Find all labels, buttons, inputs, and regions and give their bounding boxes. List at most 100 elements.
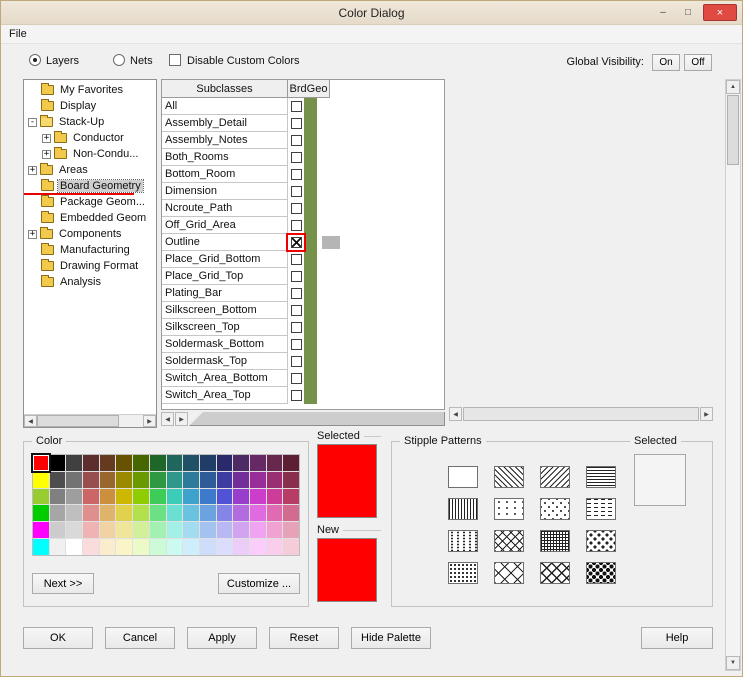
subclass-visibility-checkbox[interactable]: [290, 186, 302, 197]
color-swatch[interactable]: [199, 539, 216, 555]
color-swatch[interactable]: [216, 455, 233, 471]
stipple-dots-diagonal-dense-swatch[interactable]: [448, 562, 478, 584]
color-swatch[interactable]: [216, 488, 233, 505]
color-swatch[interactable]: [33, 539, 49, 555]
color-swatch[interactable]: [83, 539, 99, 555]
color-swatch[interactable]: [49, 488, 66, 505]
color-swatch[interactable]: [249, 488, 266, 505]
collapse-icon[interactable]: -: [28, 117, 37, 127]
color-swatch[interactable]: [66, 455, 83, 471]
color-swatch[interactable]: [183, 471, 199, 488]
subclass-color-swatch[interactable]: [304, 183, 317, 200]
expand-icon[interactable]: +: [28, 229, 37, 239]
expand-icon[interactable]: +: [28, 165, 37, 175]
subclass-visibility-checkbox[interactable]: [290, 373, 302, 384]
color-swatch[interactable]: [183, 539, 199, 555]
color-swatch[interactable]: [149, 522, 166, 539]
subclass-color-swatch[interactable]: [304, 302, 317, 319]
stipple-grid-fine-swatch[interactable]: [540, 530, 570, 552]
color-swatch[interactable]: [33, 505, 49, 522]
color-swatch[interactable]: [116, 488, 133, 505]
color-swatch[interactable]: [49, 455, 66, 471]
subclass-sheet-tab[interactable]: [189, 412, 445, 426]
color-swatch[interactable]: [216, 522, 233, 539]
scroll-right-icon[interactable]: ▶: [700, 407, 713, 421]
color-swatch[interactable]: [283, 455, 299, 471]
color-swatch[interactable]: [149, 455, 166, 471]
color-swatch[interactable]: [199, 522, 216, 539]
stipple-diagonal-back-swatch[interactable]: [494, 466, 524, 488]
color-swatch[interactable]: [233, 455, 249, 471]
tree-item-areas[interactable]: + Areas: [24, 162, 156, 178]
color-swatch[interactable]: [216, 505, 233, 522]
stipple-dashed-lines-swatch[interactable]: [586, 498, 616, 520]
color-swatch[interactable]: [83, 455, 99, 471]
subclass-visibility-checkbox[interactable]: [290, 135, 302, 146]
color-swatch[interactable]: [283, 505, 299, 522]
color-swatch[interactable]: [199, 488, 216, 505]
close-icon[interactable]: ×: [703, 4, 737, 21]
color-swatch[interactable]: [166, 505, 183, 522]
customize-button[interactable]: Customize ...: [218, 573, 300, 594]
tree-horizontal-scrollbar[interactable]: ◀ ▶: [24, 414, 156, 427]
subclass-visibility-checkbox[interactable]: [290, 220, 302, 231]
color-swatch[interactable]: [116, 522, 133, 539]
color-swatch[interactable]: [216, 471, 233, 488]
subclass-color-swatch[interactable]: [304, 200, 317, 217]
color-swatch[interactable]: [149, 505, 166, 522]
help-button[interactable]: Help: [641, 627, 713, 649]
expand-icon[interactable]: +: [42, 133, 51, 143]
color-swatch[interactable]: [49, 539, 66, 555]
color-swatch[interactable]: [283, 522, 299, 539]
subclass-visibility-checkbox[interactable]: [290, 356, 302, 367]
color-swatch[interactable]: [99, 539, 116, 555]
subclass-visibility-checkbox[interactable]: [290, 152, 302, 163]
tree-item-display[interactable]: Display: [24, 98, 156, 114]
color-swatch[interactable]: [249, 471, 266, 488]
scroll-left-icon[interactable]: ◀: [449, 407, 462, 421]
color-swatch[interactable]: [116, 471, 133, 488]
layers-radio[interactable]: Layers: [29, 54, 79, 67]
tree-item-non-condu[interactable]: + Non-Condu...: [24, 146, 156, 162]
stipple-vertical-lines-swatch[interactable]: [448, 498, 478, 520]
subclass-color-swatch[interactable]: [304, 115, 317, 132]
subclass-color-swatch[interactable]: [304, 98, 317, 115]
scroll-down-icon[interactable]: ▼: [726, 656, 740, 670]
scroll-left-icon[interactable]: ◀: [24, 415, 37, 427]
tree-item-package-geom[interactable]: Package Geom...: [24, 194, 156, 210]
color-swatch[interactable]: [31, 453, 51, 473]
tree-item-analysis[interactable]: Analysis: [24, 274, 156, 290]
scroll-up-icon[interactable]: ▲: [726, 80, 740, 94]
stipple-polka-dots-swatch[interactable]: [586, 530, 616, 552]
stipple-dots-heavy-swatch[interactable]: [586, 562, 616, 584]
subclass-visibility-checkbox[interactable]: [290, 118, 302, 129]
stipple-solid-blank-swatch[interactable]: [448, 466, 478, 488]
cancel-button[interactable]: Cancel: [105, 627, 175, 649]
apply-button[interactable]: Apply: [187, 627, 257, 649]
color-swatch[interactable]: [233, 471, 249, 488]
disable-custom-colors-checkbox[interactable]: Disable Custom Colors: [169, 54, 299, 67]
color-swatch[interactable]: [133, 539, 149, 555]
color-swatch[interactable]: [116, 505, 133, 522]
color-swatch[interactable]: [199, 455, 216, 471]
subclass-visibility-checkbox[interactable]: [290, 271, 302, 282]
color-swatch[interactable]: [266, 505, 283, 522]
color-swatch[interactable]: [33, 471, 49, 488]
subclass-color-swatch[interactable]: [304, 336, 317, 353]
subclass-visibility-checkbox[interactable]: [290, 305, 302, 316]
color-swatch[interactable]: [233, 539, 249, 555]
color-swatch[interactable]: [166, 455, 183, 471]
stipple-diamond-crosshatch-swatch[interactable]: [540, 562, 570, 584]
color-swatch[interactable]: [99, 455, 116, 471]
nets-radio[interactable]: Nets: [113, 54, 153, 67]
color-swatch[interactable]: [66, 471, 83, 488]
subclass-color-swatch[interactable]: [304, 353, 317, 370]
tree-item-conductor[interactable]: + Conductor: [24, 130, 156, 146]
subclass-visibility-checkbox[interactable]: [290, 237, 302, 248]
color-swatch[interactable]: [216, 539, 233, 555]
hide-palette-button[interactable]: Hide Palette: [351, 627, 431, 649]
color-swatch[interactable]: [133, 505, 149, 522]
stipple-diamond-outline-swatch[interactable]: [494, 562, 524, 584]
subclass-visibility-checkbox[interactable]: [290, 203, 302, 214]
color-swatch[interactable]: [283, 539, 299, 555]
